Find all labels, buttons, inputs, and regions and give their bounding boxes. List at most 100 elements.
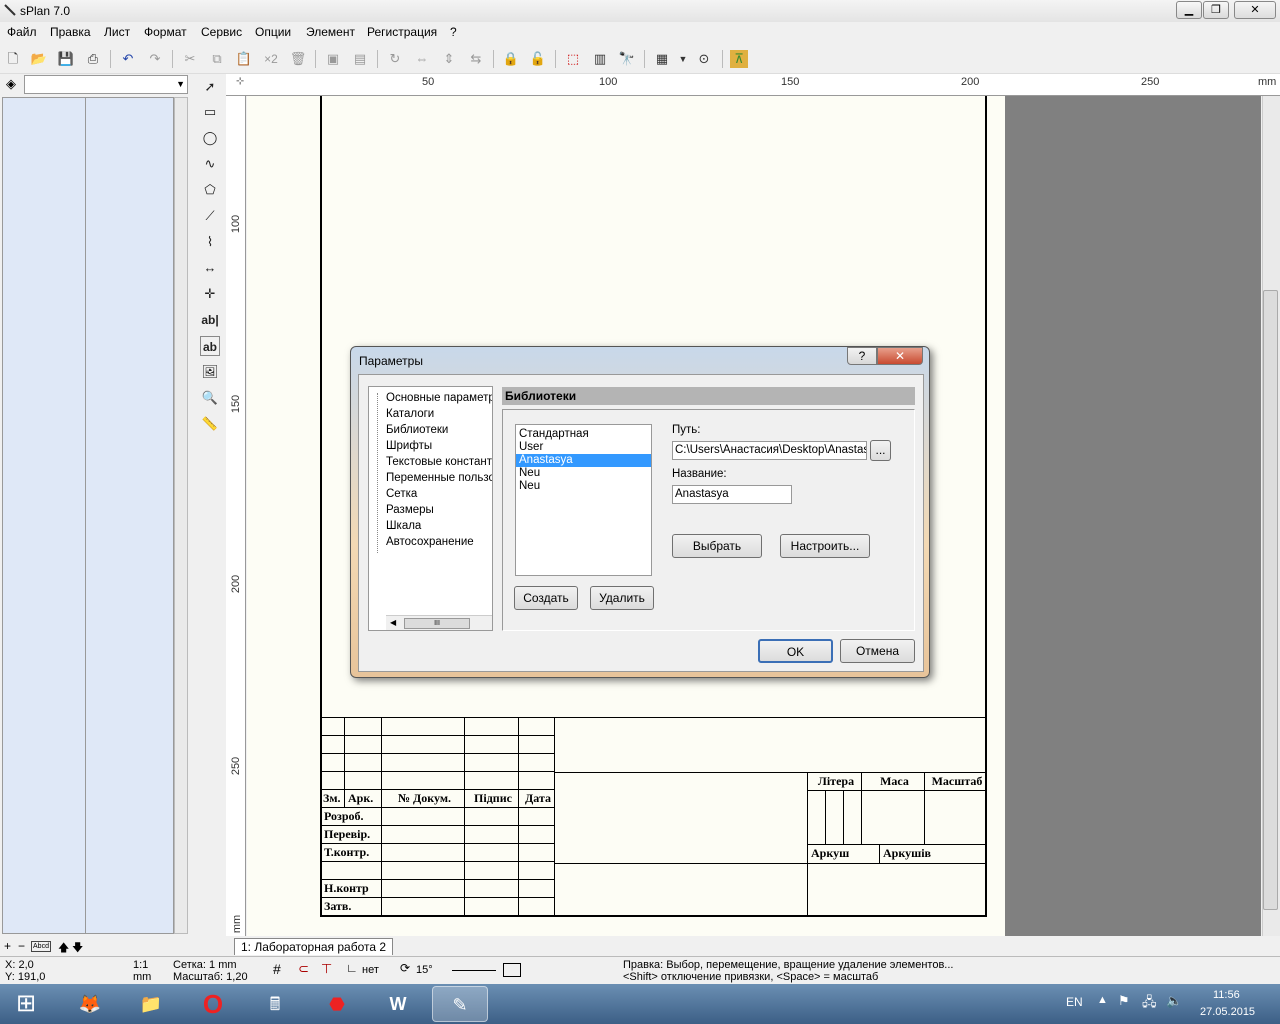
rotate-step-icon[interactable]: ⟳ [400, 961, 410, 975]
name-field[interactable]: Anastasya [672, 485, 792, 504]
tree-item-text-constants[interactable]: Текстовые констант [386, 456, 492, 468]
ungroup-icon[interactable]: ▤ [351, 50, 369, 68]
settings-tree[interactable]: Основные параметры Каталоги Библиотеки Ш… [368, 386, 493, 631]
sheet-tab[interactable]: 1: Лабораторная работа 2 [234, 938, 394, 955]
measure-tool-icon[interactable]: 📏 [200, 414, 220, 434]
splan-task-icon[interactable]: ✎ [432, 986, 488, 1022]
menu-registration[interactable]: Регистрация [367, 25, 437, 39]
path-field[interactable]: C:\Users\Анастасия\Desktop\Anastas [672, 441, 867, 460]
network-icon[interactable]: 🖧 [1142, 993, 1157, 1015]
polygon-tool-icon[interactable]: ⬠ [200, 180, 220, 200]
group-icon[interactable]: ▣ [324, 50, 342, 68]
paste-icon[interactable]: 📋 [235, 50, 253, 68]
curve-tool-icon[interactable]: ∿ [200, 154, 220, 174]
acrobat-icon[interactable]: ⬣ [309, 986, 365, 1022]
library-categories-list[interactable] [2, 97, 86, 934]
rotate-icon[interactable]: ↻ [386, 50, 404, 68]
menu-edit[interactable]: Правка [50, 25, 91, 39]
menu-service[interactable]: Сервис [201, 25, 242, 39]
calculator-icon[interactable]: 🖩 [247, 986, 303, 1022]
rename-icon[interactable]: Abcd [31, 941, 51, 952]
fill-style[interactable] [503, 963, 521, 977]
unlock-icon[interactable]: 🔓 [529, 50, 547, 68]
line-style[interactable] [452, 970, 496, 971]
snap-grid-icon[interactable]: ⊤ [321, 961, 332, 977]
remove-icon[interactable]: − [18, 939, 25, 953]
minimize-button[interactable]: ▁ [1176, 1, 1202, 19]
grid-dropdown-icon[interactable]: ▼ [678, 50, 688, 68]
tree-item-dimensions[interactable]: Размеры [386, 504, 434, 516]
mirror-h-icon[interactable]: ⇔ [413, 50, 431, 68]
junction-tool-icon[interactable]: ✛ [200, 284, 220, 304]
tree-scroll-thumb[interactable]: III [404, 618, 470, 629]
tree-item-user-variables[interactable]: Переменные пользо [386, 472, 492, 484]
grid-icon[interactable]: ▦ [653, 50, 671, 68]
firefox-icon[interactable]: 🦊 [62, 986, 118, 1022]
copy-icon[interactable]: ⧉ [208, 50, 226, 68]
tree-item-scale[interactable]: Шкала [386, 520, 421, 532]
lock-icon[interactable]: 🔒 [502, 50, 520, 68]
clock-time[interactable]: 11:56 [1213, 989, 1240, 1001]
tray-arrow-icon[interactable]: ▲ [1097, 994, 1108, 1006]
new-file-icon[interactable]: 🗋 [4, 50, 22, 68]
explorer-icon[interactable]: 📁 [123, 986, 179, 1022]
menu-file[interactable]: Файл [7, 25, 37, 39]
text-tool-icon[interactable]: ab| [200, 310, 220, 330]
tree-item-autosave[interactable]: Автосохранение [386, 536, 474, 548]
zoom-tool-icon[interactable]: 🔍 [200, 388, 220, 408]
volume-icon[interactable]: 🔈 [1166, 993, 1182, 1009]
menu-sheet[interactable]: Лист [104, 25, 130, 39]
redo-icon[interactable]: ↷ [146, 50, 164, 68]
polyline-tool-icon[interactable]: ⟋ [200, 206, 220, 226]
scrollbar-thumb[interactable] [1263, 290, 1278, 910]
tree-item-grid[interactable]: Сетка [386, 488, 417, 500]
list-item[interactable]: Стандартная [516, 428, 651, 441]
library-scrollbar[interactable] [174, 97, 188, 934]
ok-button[interactable]: OK [758, 639, 833, 663]
bezier-tool-icon[interactable]: ⌇ [200, 232, 220, 252]
restore-button[interactable]: ❐ [1203, 1, 1229, 19]
open-folder-icon[interactable]: 📂 [30, 50, 48, 68]
tree-item-general[interactable]: Основные параметры [386, 392, 492, 404]
close-window-button[interactable]: ✕ [1234, 1, 1276, 19]
tree-item-fonts[interactable]: Шрифты [386, 440, 432, 452]
image-tool-icon[interactable]: 🖼 [200, 362, 220, 382]
zoom-fit-icon[interactable]: ⊙ [695, 50, 713, 68]
menu-help[interactable]: ? [450, 25, 457, 39]
start-button[interactable]: ⊞ [0, 986, 52, 1022]
duplicate-button[interactable]: ×2 [262, 50, 280, 68]
delete-button[interactable]: Удалить [590, 586, 654, 610]
opera-icon[interactable]: O [185, 986, 241, 1022]
save-icon[interactable]: 💾 [57, 50, 75, 68]
cancel-button[interactable]: Отмена [840, 639, 915, 663]
mirror-v-icon[interactable]: ⇕ [440, 50, 458, 68]
browse-button[interactable]: ... [870, 440, 891, 461]
library-combo[interactable]: ▼ [24, 75, 188, 94]
ellipse-tool-icon[interactable]: ◯ [200, 128, 220, 148]
language-indicator[interactable]: EN [1066, 995, 1083, 1009]
list-item[interactable]: User [516, 441, 651, 454]
create-button[interactable]: Создать [514, 586, 578, 610]
snap-magnet-icon[interactable]: ⊂ [298, 961, 309, 977]
angle-snap-icon[interactable]: ∟ [346, 961, 358, 975]
list-item-selected[interactable]: Anastasya [516, 454, 651, 467]
list-item[interactable]: Neu [516, 467, 651, 480]
configure-button[interactable]: Настроить... [780, 534, 870, 558]
print-icon[interactable]: ⎙ [84, 50, 102, 68]
dialog-close-button[interactable]: ✕ [877, 347, 923, 365]
add-icon[interactable]: + [4, 939, 11, 953]
dialog-help-button[interactable]: ? [847, 347, 877, 365]
library-icon[interactable]: ⊼ [730, 50, 748, 68]
pointer-tool-icon[interactable]: ➚ [200, 77, 220, 97]
tree-item-libraries[interactable]: Библиотеки [386, 424, 448, 436]
libraries-list[interactable]: Стандартная User Anastasya Neu Neu [515, 424, 652, 576]
rectangle-tool-icon[interactable]: ▭ [200, 102, 220, 122]
align-icon[interactable]: ⇆ [467, 50, 485, 68]
choose-button[interactable]: Выбрать [672, 534, 762, 558]
textbox-tool-icon[interactable]: ab [200, 336, 220, 356]
flag-icon[interactable]: ⚑ [1118, 993, 1130, 1009]
list-item[interactable]: Neu [516, 480, 651, 493]
tree-horizontal-scrollbar[interactable]: ◀ III ▶ [386, 615, 492, 630]
delete-icon[interactable]: 🗑 [289, 50, 307, 68]
menu-element[interactable]: Элемент [306, 25, 355, 39]
